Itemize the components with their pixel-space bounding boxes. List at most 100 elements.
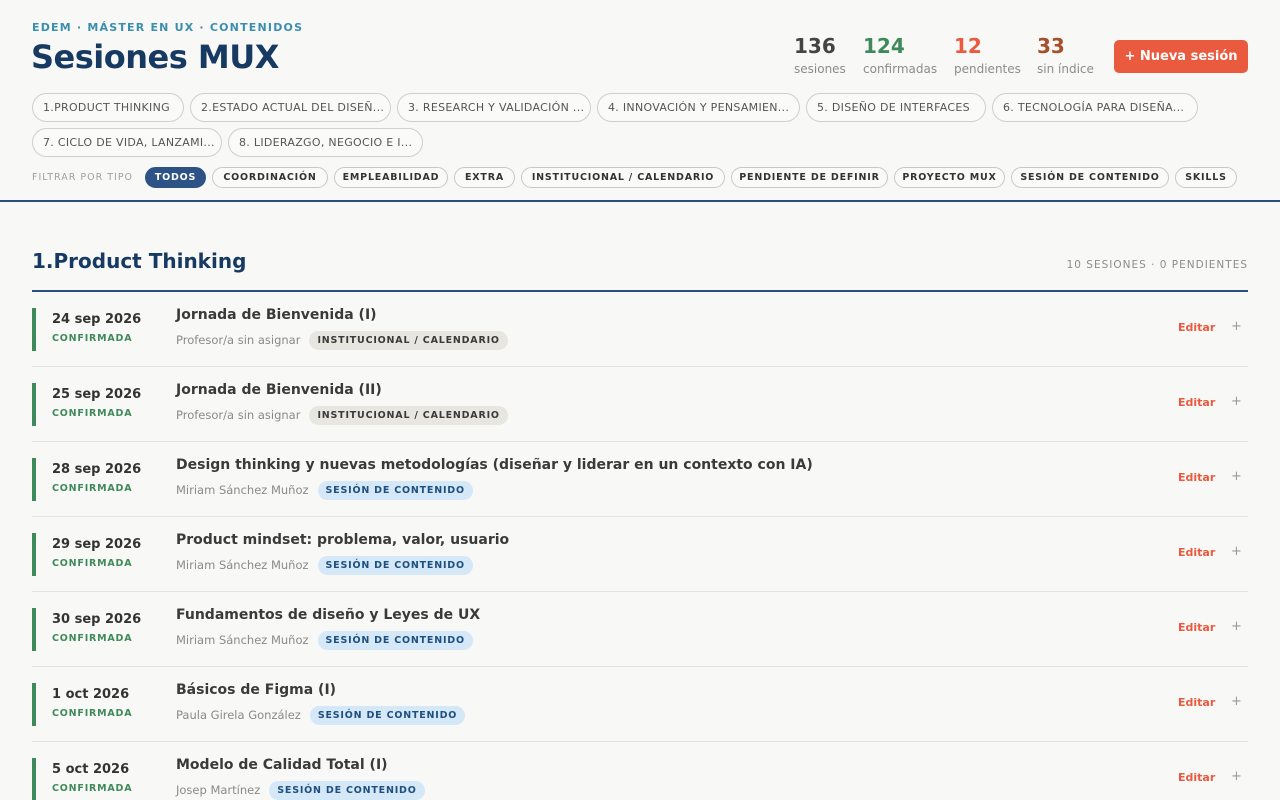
module-chip-3[interactable]: 3. RESEARCH Y VALIDACIÓN ... <box>397 93 591 122</box>
session-row[interactable]: 1 oct 2026 CONFIRMADA Básicos de Figma (… <box>32 667 1248 742</box>
session-professor: Josep Martínez <box>176 783 261 797</box>
session-row[interactable]: 25 sep 2026 CONFIRMADA Jornada de Bienve… <box>32 367 1248 442</box>
session-meta: Miriam Sánchez Muñoz SESIÓN DE CONTENIDO <box>176 555 473 575</box>
session-type-tag: SESIÓN DE CONTENIDO <box>269 780 425 800</box>
session-status: CONFIRMADA <box>52 783 133 794</box>
session-professor: Paula Girela González <box>176 708 301 722</box>
session-title: Design thinking y nuevas metodologías (d… <box>176 457 813 473</box>
filter-chip-todos[interactable]: TODOS <box>145 167 206 188</box>
filter-chip-extra[interactable]: EXTRA <box>454 167 515 188</box>
session-row[interactable]: 29 sep 2026 CONFIRMADA Product mindset: … <box>32 517 1248 592</box>
module-chip-7[interactable]: 7. CICLO DE VIDA, LANZAMI... <box>32 128 222 157</box>
expand-icon[interactable]: + <box>1231 619 1242 634</box>
section-title: 1.Product Thinking <box>32 249 247 273</box>
stat-label: pendientes <box>954 62 1021 76</box>
module-chip-2[interactable]: 2.ESTADO ACTUAL DEL DISEÑ... <box>190 93 391 122</box>
session-meta: Paula Girela González SESIÓN DE CONTENID… <box>176 705 466 725</box>
edit-link[interactable]: Editar <box>1178 471 1215 484</box>
expand-icon[interactable]: + <box>1231 469 1242 484</box>
session-meta: Miriam Sánchez Muñoz SESIÓN DE CONTENIDO <box>176 480 473 500</box>
status-bar <box>32 683 36 726</box>
edit-link[interactable]: Editar <box>1178 771 1215 784</box>
filter-chip-coordinacion[interactable]: COORDINACIÓN <box>212 167 328 188</box>
session-meta: Profesor/a sin asignar INSTITUCIONAL / C… <box>176 330 508 350</box>
filter-chip-pendiente[interactable]: PENDIENTE DE DEFINIR <box>731 167 888 188</box>
session-date: 28 sep 2026 <box>52 462 142 477</box>
stat-label: sesiones <box>794 62 846 76</box>
session-professor: Profesor/a sin asignar <box>176 408 301 422</box>
session-professor: Miriam Sánchez Muñoz <box>176 558 309 572</box>
session-professor: Miriam Sánchez Muñoz <box>176 633 309 647</box>
session-professor: Profesor/a sin asignar <box>176 333 301 347</box>
page-header: EDEM · MÁSTER EN UX · CONTENIDOS Sesione… <box>0 0 1280 202</box>
filter-chip-skills[interactable]: SKILLS <box>1175 167 1237 188</box>
edit-link[interactable]: Editar <box>1178 396 1215 409</box>
session-status: CONFIRMADA <box>52 633 133 644</box>
status-bar <box>32 608 36 651</box>
stat-label: sin índice <box>1037 62 1094 76</box>
edit-link[interactable]: Editar <box>1178 696 1215 709</box>
expand-icon[interactable]: + <box>1231 544 1242 559</box>
edit-link[interactable]: Editar <box>1178 621 1215 634</box>
session-type-tag: SESIÓN DE CONTENIDO <box>317 630 473 650</box>
stat-value: 12 <box>954 34 982 58</box>
new-session-button[interactable]: + Nueva sesión <box>1114 40 1248 73</box>
session-type-tag: INSTITUCIONAL / CALENDARIO <box>309 405 508 425</box>
expand-icon[interactable]: + <box>1231 394 1242 409</box>
session-title: Jornada de Bienvenida (II) <box>176 382 382 398</box>
expand-icon[interactable]: + <box>1231 769 1242 784</box>
stats-summary: 136 sesiones 124 confirmadas 12 pendient… <box>0 34 1280 84</box>
session-type-tag: INSTITUCIONAL / CALENDARIO <box>309 330 508 350</box>
stat-confirmadas: 124 confirmadas <box>863 34 937 76</box>
session-list: 24 sep 2026 CONFIRMADA Jornada de Bienve… <box>32 292 1248 800</box>
filter-chip-proyecto-mux[interactable]: PROYECTO MUX <box>894 167 1005 188</box>
stat-pendientes: 12 pendientes <box>954 34 1021 76</box>
session-title: Modelo de Calidad Total (I) <box>176 757 388 773</box>
session-professor: Miriam Sánchez Muñoz <box>176 483 309 497</box>
session-type-tag: SESIÓN DE CONTENIDO <box>309 705 466 725</box>
status-bar <box>32 533 36 576</box>
expand-icon[interactable]: + <box>1231 694 1242 709</box>
session-title: Fundamentos de diseño y Leyes de UX <box>176 607 481 623</box>
session-date: 30 sep 2026 <box>52 612 142 627</box>
filter-label: FILTRAR POR TIPO <box>32 172 134 183</box>
expand-icon[interactable]: + <box>1231 319 1242 334</box>
session-status: CONFIRMADA <box>52 408 133 419</box>
session-row[interactable]: 30 sep 2026 CONFIRMADA Fundamentos de di… <box>32 592 1248 667</box>
module-chip-4[interactable]: 4. INNOVACIÓN Y PENSAMIEN... <box>597 93 800 122</box>
session-type-tag: SESIÓN DE CONTENIDO <box>317 480 473 500</box>
stat-sin-indice: 33 sin índice <box>1037 34 1094 76</box>
session-type-tag: SESIÓN DE CONTENIDO <box>317 555 473 575</box>
module-chip-8[interactable]: 8. LIDERAZGO, NEGOCIO E I... <box>228 128 423 157</box>
session-status: CONFIRMADA <box>52 708 133 719</box>
edit-link[interactable]: Editar <box>1178 546 1215 559</box>
session-status: CONFIRMADA <box>52 483 133 494</box>
filter-chip-empleabilidad[interactable]: EMPLEABILIDAD <box>334 167 448 188</box>
stat-value: 136 <box>794 34 836 58</box>
session-date: 24 sep 2026 <box>52 312 142 327</box>
status-bar <box>32 758 36 800</box>
session-title: Product mindset: problema, valor, usuari… <box>176 532 510 548</box>
module-chip-1[interactable]: 1.PRODUCT THINKING <box>32 93 184 122</box>
session-row[interactable]: 5 oct 2026 CONFIRMADA Modelo de Calidad … <box>32 742 1248 800</box>
session-title: Básicos de Figma (I) <box>176 682 337 698</box>
status-bar <box>32 458 36 501</box>
breadcrumb: EDEM · MÁSTER EN UX · CONTENIDOS <box>32 21 304 34</box>
session-row[interactable]: 28 sep 2026 CONFIRMADA Design thinking y… <box>32 442 1248 517</box>
session-status: CONFIRMADA <box>52 333 133 344</box>
session-date: 5 oct 2026 <box>52 762 130 777</box>
stat-label: confirmadas <box>863 62 938 76</box>
stat-value: 33 <box>1037 34 1065 58</box>
session-meta: Miriam Sánchez Muñoz SESIÓN DE CONTENIDO <box>176 630 473 650</box>
session-date: 25 sep 2026 <box>52 387 142 402</box>
module-chip-6[interactable]: 6. TECNOLOGÍA PARA DISEÑA... <box>992 93 1198 122</box>
edit-link[interactable]: Editar <box>1178 321 1215 334</box>
session-status: CONFIRMADA <box>52 558 133 569</box>
module-chip-5[interactable]: 5. DISEÑO DE INTERFACES <box>806 93 986 122</box>
session-date: 29 sep 2026 <box>52 537 142 552</box>
filter-chip-sesion-contenido[interactable]: SESIÓN DE CONTENIDO <box>1011 167 1169 188</box>
session-meta: Josep Martínez SESIÓN DE CONTENIDO <box>176 780 425 800</box>
session-date: 1 oct 2026 <box>52 687 130 702</box>
session-row[interactable]: 24 sep 2026 CONFIRMADA Jornada de Bienve… <box>32 292 1248 367</box>
filter-chip-institucional[interactable]: INSTITUCIONAL / CALENDARIO <box>521 167 725 188</box>
